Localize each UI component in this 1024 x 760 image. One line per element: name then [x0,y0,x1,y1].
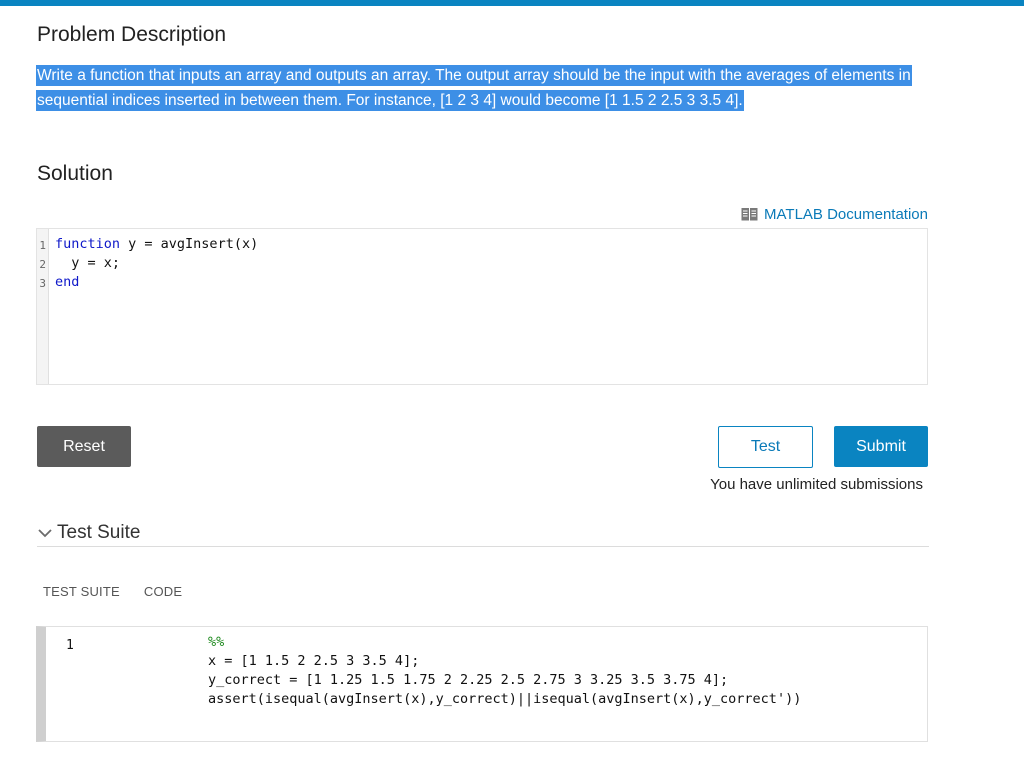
code-editor[interactable]: 1 2 3 function y = avgInsert(x) y = x; e… [36,228,928,385]
problem-description-title: Problem Description [37,23,227,46]
test-case-number: 1 [66,638,74,653]
test-case-code: %% x = [1 1.5 2 2.5 3 3.5 4]; y_correct … [208,633,801,709]
code-line: function y = avgInsert(x) [55,235,927,254]
code-keyword: end [55,274,80,290]
code-keyword: function [55,236,121,252]
test-case-box: 1 %% x = [1 1.5 2 2.5 3 3.5 4]; y_correc… [36,626,928,742]
line-number: 2 [39,258,46,271]
submissions-note: You have unlimited submissions [710,476,923,493]
tab-test-suite[interactable]: TEST SUITE [43,584,120,599]
submit-button[interactable]: Submit [834,426,928,467]
matlab-documentation-label: MATLAB Documentation [764,206,928,223]
line-number-gutter: 1 2 3 [37,229,49,384]
test-code-line: y_correct = [1 1.25 1.5 1.75 2 2.25 2.5 … [208,672,729,688]
reset-button[interactable]: Reset [37,426,131,467]
code-line: y = x; [55,254,927,273]
test-code-line: x = [1 1.5 2 2.5 3 3.5 4]; [208,653,420,669]
test-suite-title: Test Suite [57,522,141,543]
line-number: 3 [39,277,46,290]
problem-description-selected-text: Write a function that inputs an array an… [36,65,912,111]
line-number: 1 [39,239,46,252]
code-text: y = avgInsert(x) [120,236,259,252]
problem-description-text: Write a function that inputs an array an… [36,64,926,113]
code-text: y = x; [55,255,121,271]
test-suite-header[interactable]: Test Suite [37,520,929,547]
code-text-area[interactable]: function y = avgInsert(x) y = x; end [49,229,927,384]
test-code-comment: %% [208,634,225,650]
book-icon [741,208,758,221]
tab-code[interactable]: CODE [144,584,182,599]
test-button[interactable]: Test [718,426,813,468]
solution-title: Solution [37,162,113,185]
code-line: end [55,273,927,292]
matlab-documentation-link[interactable]: MATLAB Documentation [741,206,928,223]
chevron-down-icon [38,529,52,538]
test-code-line: assert(isequal(avgInsert(x),y_correct)||… [208,691,802,707]
test-suite-tabs: TEST SUITE CODE [43,584,182,599]
top-accent-bar [0,0,1024,6]
